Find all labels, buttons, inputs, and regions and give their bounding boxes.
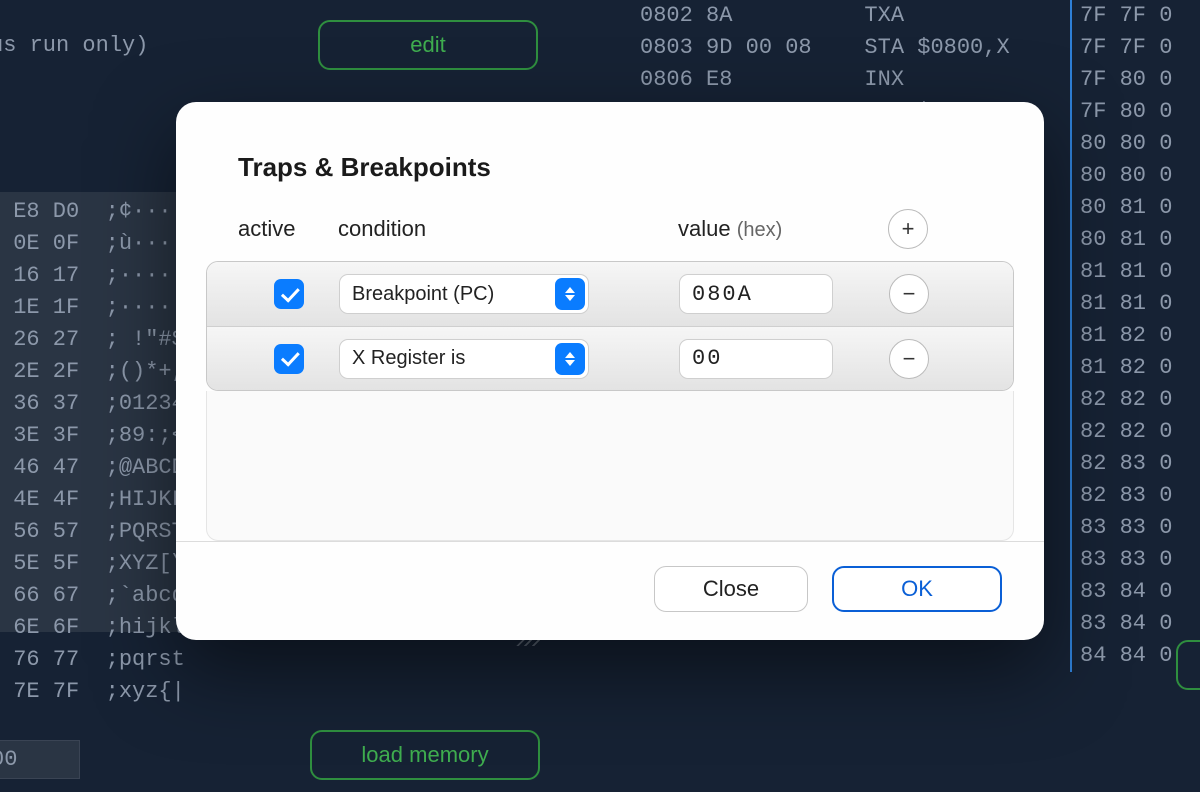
hex-right-line: 81 82 0 xyxy=(1070,320,1200,352)
hex-right-line: 81 82 0 xyxy=(1070,352,1200,384)
hex-right-line: 7F 80 0 xyxy=(1070,64,1200,96)
hex-right-line: 82 82 0 xyxy=(1070,416,1200,448)
condition-label: X Register is xyxy=(352,347,465,370)
hex-right-line: 82 82 0 xyxy=(1070,384,1200,416)
hex-right-line: 80 80 0 xyxy=(1070,128,1200,160)
hexdump-line: 7E 7F ;xyz{| xyxy=(0,676,540,708)
active-checkbox[interactable] xyxy=(274,344,304,374)
remove-row-button[interactable]: − xyxy=(889,274,929,314)
value-input[interactable] xyxy=(679,274,833,314)
hex-right-line: 81 81 0 xyxy=(1070,256,1200,288)
hex-right-line: 7F 7F 0 xyxy=(1070,0,1200,32)
add-row-button[interactable]: + xyxy=(888,209,928,249)
plus-icon: + xyxy=(902,216,915,242)
disasm-line: 0802 8A TXA xyxy=(640,0,1070,32)
dialog-footer: Close OK xyxy=(176,541,1044,640)
hex-right-line: 7F 80 0 xyxy=(1070,96,1200,128)
hex-right-line: 80 81 0 xyxy=(1070,224,1200,256)
hex-right-pane: 7F 7F 07F 7F 07F 80 07F 80 080 80 080 80… xyxy=(1070,0,1200,620)
close-button[interactable]: Close xyxy=(654,566,808,612)
value-input[interactable] xyxy=(679,339,833,379)
minus-icon: − xyxy=(903,281,916,307)
active-checkbox[interactable] xyxy=(274,279,304,309)
hex-right-line: 7F 7F 0 xyxy=(1070,32,1200,64)
hex-right-line: 82 83 0 xyxy=(1070,480,1200,512)
breakpoint-row: X Register is − xyxy=(207,326,1013,390)
disasm-line: 0803 9D 00 08 STA $0800,X xyxy=(640,32,1070,64)
minus-icon: − xyxy=(903,346,916,372)
remove-row-button[interactable]: − xyxy=(889,339,929,379)
breakpoint-row: Breakpoint (PC) − xyxy=(207,262,1013,326)
dialog-title: Traps & Breakpoints xyxy=(176,102,1044,205)
dropdown-stepper-icon xyxy=(555,278,585,310)
condition-label: Breakpoint (PC) xyxy=(352,283,494,306)
load-memory-button[interactable]: load memory xyxy=(310,730,540,780)
hex-right-line: 83 83 0 xyxy=(1070,512,1200,544)
bg-partial-button[interactable] xyxy=(1176,640,1200,690)
column-headers: active condition value (hex) + xyxy=(176,205,1044,259)
hex-right-line: 83 84 0 xyxy=(1070,576,1200,608)
rows-empty-area xyxy=(206,391,1014,541)
hexdump-line: 76 77 ;pqrst xyxy=(0,644,540,676)
hex-right-line: 82 83 0 xyxy=(1070,448,1200,480)
header-condition: condition xyxy=(338,216,678,242)
condition-select[interactable]: X Register is xyxy=(339,339,589,379)
hex-right-line: 83 83 0 xyxy=(1070,544,1200,576)
hex-right-line: 80 81 0 xyxy=(1070,192,1200,224)
bg-run-only-text: us run only) xyxy=(0,30,148,62)
disasm-line: 0806 E8 INX xyxy=(640,64,1070,96)
dropdown-stepper-icon xyxy=(555,343,585,375)
condition-select[interactable]: Breakpoint (PC) xyxy=(339,274,589,314)
header-hex-hint: (hex) xyxy=(737,219,783,241)
bg-small-field[interactable]: 00 xyxy=(0,740,80,779)
breakpoint-rows: Breakpoint (PC) − X Register is xyxy=(206,261,1014,391)
hex-right-line: 83 84 0 xyxy=(1070,608,1200,640)
hex-right-line: 80 80 0 xyxy=(1070,160,1200,192)
header-value: value (hex) xyxy=(678,216,878,242)
ok-button[interactable]: OK xyxy=(832,566,1002,612)
traps-breakpoints-dialog: Traps & Breakpoints active condition val… xyxy=(176,102,1044,640)
edit-button[interactable]: edit xyxy=(318,20,538,70)
hex-right-line: 81 81 0 xyxy=(1070,288,1200,320)
header-active: active xyxy=(238,216,338,242)
